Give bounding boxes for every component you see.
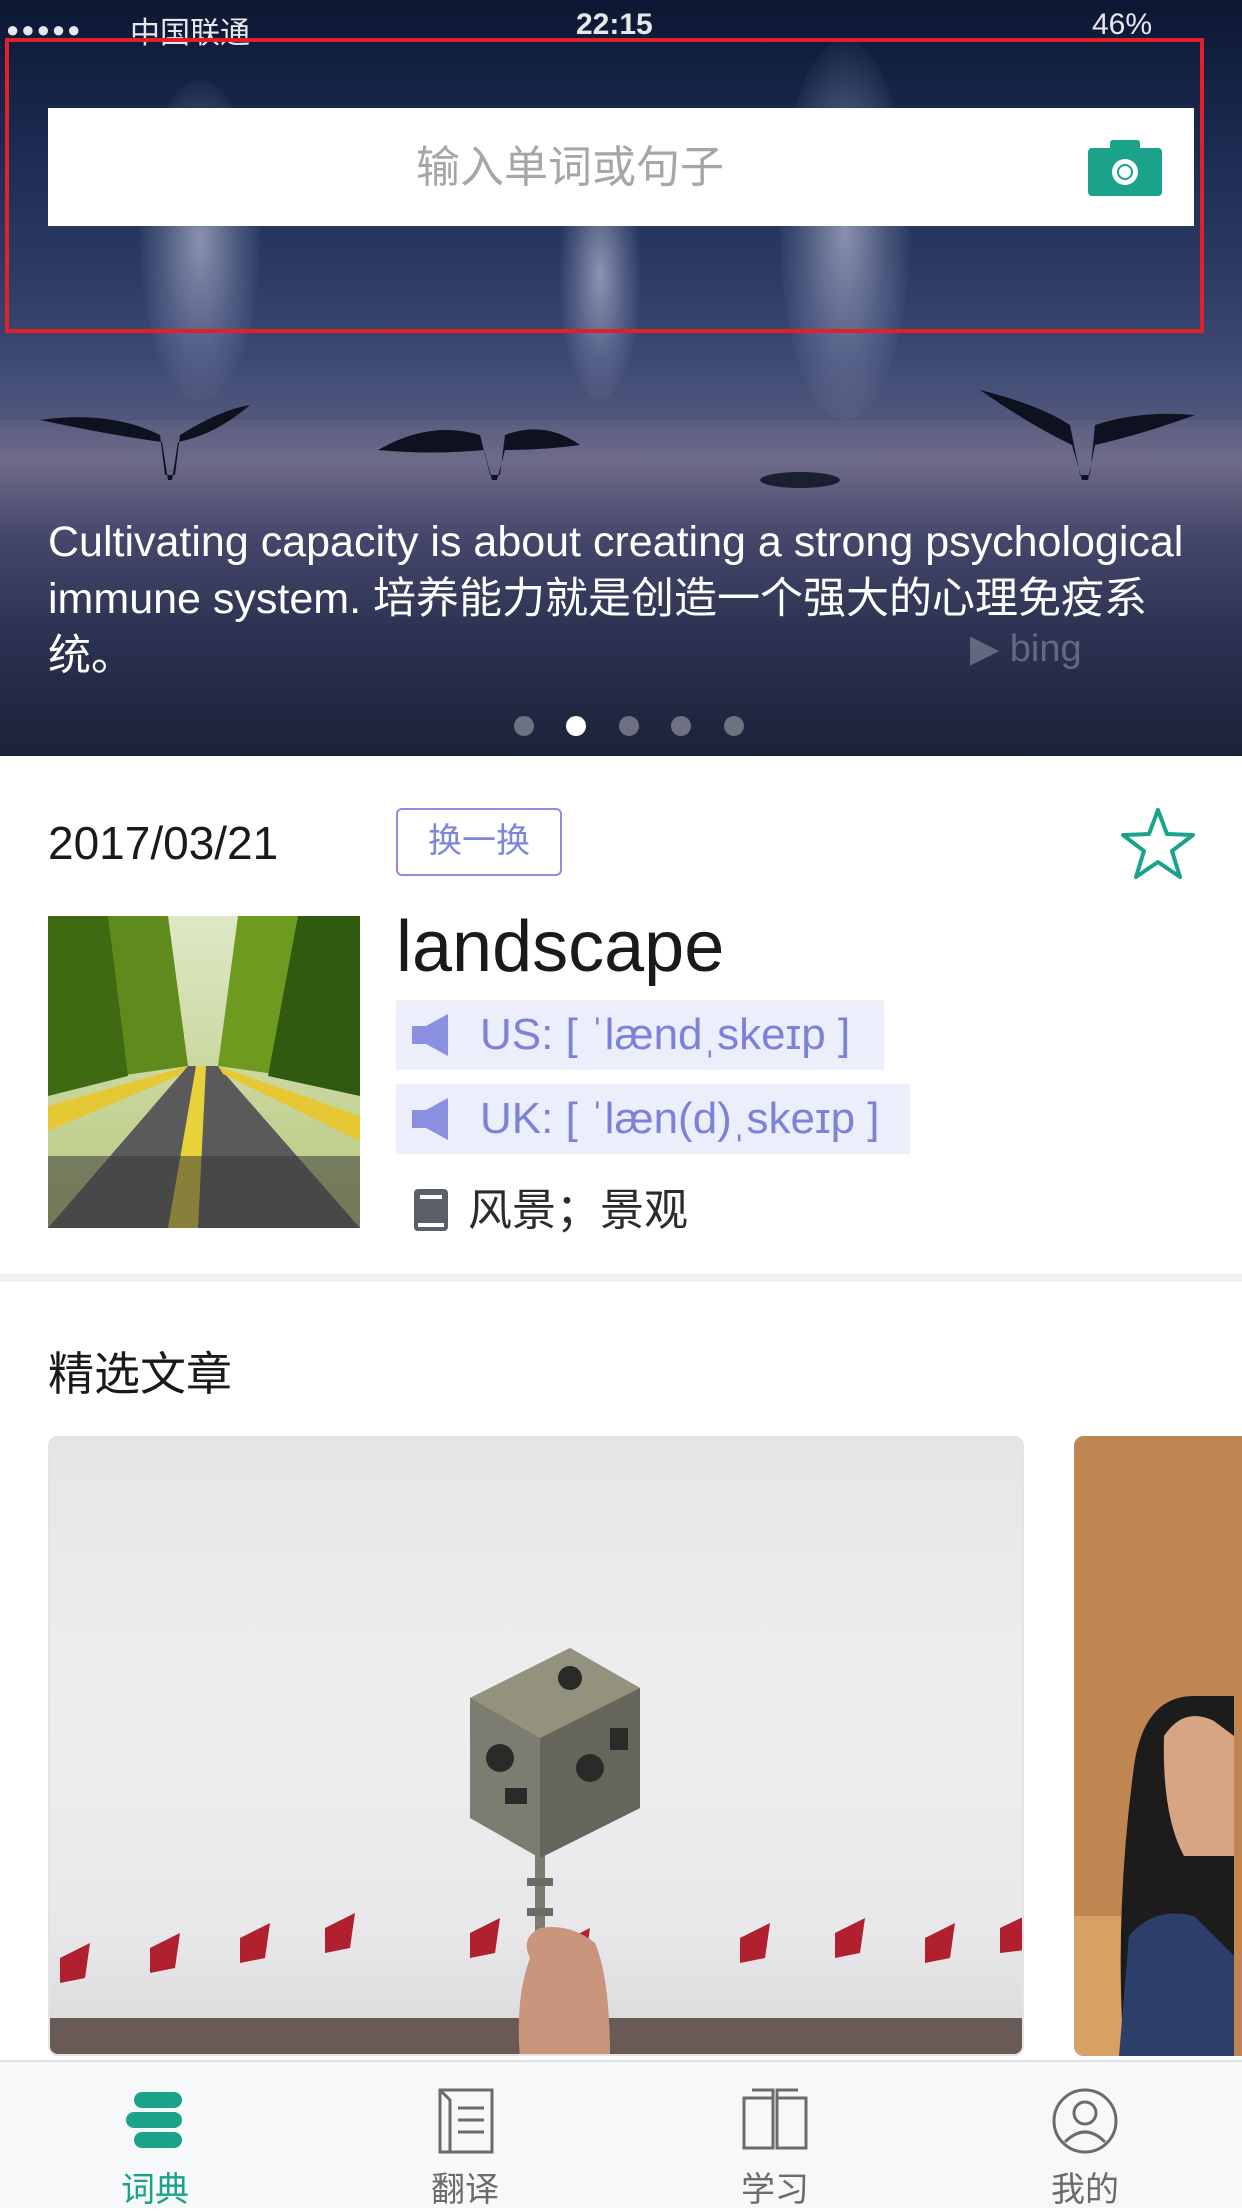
word-date: 2017/03/21 <box>48 817 279 869</box>
bing-logo: ▶ bing <box>970 626 1082 671</box>
profile-icon <box>1052 2088 1118 2154</box>
pager-dot[interactable] <box>671 716 692 736</box>
search-bar[interactable] <box>48 108 1194 228</box>
pager-dot[interactable] <box>723 716 744 736</box>
tab-profile[interactable]: 我的 <box>930 2062 1240 2209</box>
article-image <box>50 1648 1022 2054</box>
search-input[interactable] <box>48 108 1092 228</box>
pager-dot-active[interactable] <box>566 716 587 736</box>
pager-dot[interactable] <box>514 716 534 736</box>
pager-dot[interactable] <box>618 716 639 736</box>
pronunciation-uk-button[interactable]: UK: [ ˈlæn(d)ˌskeɪp ] <box>396 1084 910 1154</box>
tab-label: 词典 <box>121 2171 189 2209</box>
bing-logo-text: bing <box>1009 628 1082 670</box>
pronunciation-uk-text: UK: [ ˈlæn(d)ˌskeɪp ] <box>480 1094 880 1143</box>
dictionary-icon <box>126 2092 182 2148</box>
study-book-icon <box>742 2088 808 2150</box>
word-definition: 风景；景观 <box>414 1174 688 1238</box>
favorite-star-icon[interactable] <box>1120 806 1196 882</box>
status-time: 22:15 <box>576 8 653 41</box>
word-image <box>48 916 360 1228</box>
pronunciation-us-text: US: [ ˈlændˌskeɪp ] <box>480 1010 851 1059</box>
tab-label: 我的 <box>1051 2171 1119 2209</box>
tab-label: 翻译 <box>431 2171 499 2209</box>
bing-icon: ▶ <box>970 628 1000 670</box>
battery-level: 46% <box>1091 8 1152 41</box>
article-image-next <box>1074 1436 1242 2056</box>
whale-tails-image <box>40 390 1195 488</box>
tab-study[interactable]: 学习 <box>620 2062 930 2209</box>
camera-icon[interactable] <box>1088 138 1162 196</box>
article-card-next[interactable] <box>1074 1436 1242 2056</box>
word-title: landscape <box>396 907 725 987</box>
article-card[interactable] <box>48 1436 1024 2056</box>
pronunciation-us-button[interactable]: US: [ ˈlændˌskeɪp ] <box>396 1000 884 1070</box>
definition-text: 风景；景观 <box>468 1186 688 1235</box>
book-icon <box>414 1189 448 1231</box>
tab-label: 学习 <box>741 2171 809 2209</box>
speaker-icon <box>412 1014 448 1056</box>
word-of-day-card[interactable]: 2017/03/21 换一换 landscape US: [ˈlændˌske… <box>0 756 1242 1276</box>
translate-icon <box>438 2088 494 2154</box>
shuffle-button[interactable]: 换一换 <box>396 808 562 876</box>
speaker-icon <box>412 1098 448 1140</box>
bottom-tab-bar: 词典 翻译 学习 我的 <box>0 2060 1242 2209</box>
tab-translate[interactable]: 翻译 <box>310 2062 620 2209</box>
articles-section-title: 精选文章 <box>48 1348 232 1400</box>
carousel-pager[interactable] <box>514 716 772 738</box>
tab-dictionary[interactable]: 词典 <box>0 2062 310 2209</box>
forest-road-image <box>48 916 360 1228</box>
hero-banner[interactable]: ●●●●● 中国联通 22:15 46% Cultivating capacit… <box>0 0 1242 756</box>
section-divider <box>0 1274 1242 1282</box>
